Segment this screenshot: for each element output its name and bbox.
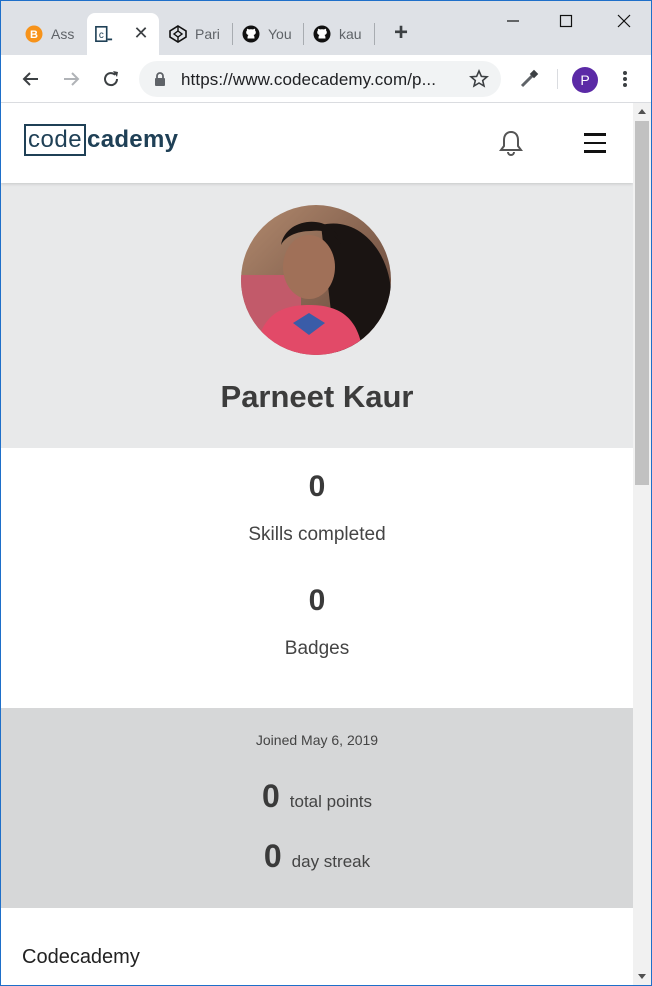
svg-text:c: c bbox=[99, 30, 104, 41]
bookmark-star-icon[interactable] bbox=[469, 69, 489, 94]
tab-title: Ass bbox=[51, 26, 75, 42]
scrollbar-thumb[interactable] bbox=[635, 121, 649, 485]
badges-label: Badges bbox=[284, 638, 350, 659]
logo-rest-text: cademy bbox=[87, 126, 179, 153]
notification-bell-icon[interactable] bbox=[498, 129, 524, 162]
profile-photo bbox=[241, 205, 391, 355]
streak-value: 0 bbox=[263, 838, 282, 874]
codecademy-icon: c bbox=[95, 25, 113, 43]
footer-title: Codecademy bbox=[22, 946, 140, 968]
points-label: total points bbox=[289, 792, 373, 811]
tab-github-kau[interactable]: kau bbox=[305, 13, 373, 55]
reload-icon[interactable] bbox=[97, 65, 125, 93]
bitcoin-icon: B bbox=[25, 25, 43, 43]
tab-separator bbox=[374, 23, 375, 45]
more-options-icon[interactable] bbox=[611, 65, 639, 93]
tab-title: kau bbox=[339, 26, 362, 42]
github-icon bbox=[242, 25, 260, 43]
close-window-icon[interactable] bbox=[612, 11, 636, 31]
page-viewport: code cademy Parneet Kaur 0 Skills comple… bbox=[1, 103, 633, 985]
minimize-icon[interactable] bbox=[501, 11, 525, 31]
tab-close-icon[interactable]: ✕ bbox=[133, 24, 149, 42]
site-footer: Codecademy bbox=[1, 908, 633, 985]
tab-strip: B Ass c ✕ Pari You kau + bbox=[1, 1, 651, 55]
new-tab-plus-icon[interactable]: + bbox=[389, 21, 413, 45]
skills-label: Skills completed bbox=[248, 524, 386, 545]
maximize-icon[interactable] bbox=[554, 11, 578, 31]
address-bar[interactable]: https://www.codecademy.com/p... bbox=[139, 61, 501, 97]
codepen-icon bbox=[169, 25, 187, 43]
tab-separator bbox=[303, 23, 304, 45]
tab-github-you[interactable]: You bbox=[234, 13, 302, 55]
browser-toolbar: https://www.codecademy.com/p... P bbox=[1, 55, 651, 103]
points-value: 0 bbox=[261, 778, 280, 814]
tab-codecademy[interactable]: c ✕ bbox=[87, 13, 159, 55]
lock-icon bbox=[153, 71, 167, 92]
forward-arrow-icon[interactable] bbox=[57, 65, 85, 93]
codecademy-logo[interactable]: code cademy bbox=[24, 123, 178, 157]
eyedropper-extension-icon[interactable] bbox=[515, 65, 543, 93]
total-points: 0 total points bbox=[1, 778, 633, 815]
url-text: https://www.codecademy.com/p... bbox=[181, 70, 437, 89]
toolbar-divider bbox=[557, 69, 558, 89]
profile-avatar[interactable]: P bbox=[572, 67, 598, 93]
github-icon bbox=[313, 25, 331, 43]
back-arrow-icon[interactable] bbox=[17, 65, 45, 93]
browser-window: B Ass c ✕ Pari You kau + https://www.cod… bbox=[0, 0, 652, 986]
scroll-up-arrow-icon[interactable] bbox=[638, 109, 646, 114]
joined-date: Joined May 6, 2019 bbox=[255, 732, 379, 748]
tab-title: Pari bbox=[195, 26, 220, 42]
tab-codepen[interactable]: Pari bbox=[161, 13, 229, 55]
hamburger-menu-icon[interactable] bbox=[584, 133, 606, 159]
profile-stats: 0 Skills completed 0 Badges bbox=[1, 448, 633, 708]
day-streak: 0 day streak bbox=[1, 838, 633, 875]
tab-assignment[interactable]: B Ass bbox=[17, 13, 85, 55]
skills-count: 0 bbox=[308, 470, 326, 503]
page-scrollbar[interactable] bbox=[633, 103, 651, 985]
profile-hero: Parneet Kaur bbox=[1, 183, 633, 448]
profile-name: Parneet Kaur bbox=[220, 379, 414, 414]
scroll-down-arrow-icon[interactable] bbox=[638, 974, 646, 979]
tab-title: You bbox=[268, 26, 292, 42]
logo-box-text: code bbox=[24, 124, 87, 156]
badges-count: 0 bbox=[308, 584, 326, 617]
site-header: code cademy bbox=[1, 103, 633, 183]
tab-separator bbox=[232, 23, 233, 45]
profile-info: Joined May 6, 2019 0 total points 0 day … bbox=[1, 708, 633, 908]
svg-text:B: B bbox=[30, 29, 38, 41]
streak-label: day streak bbox=[291, 852, 371, 871]
